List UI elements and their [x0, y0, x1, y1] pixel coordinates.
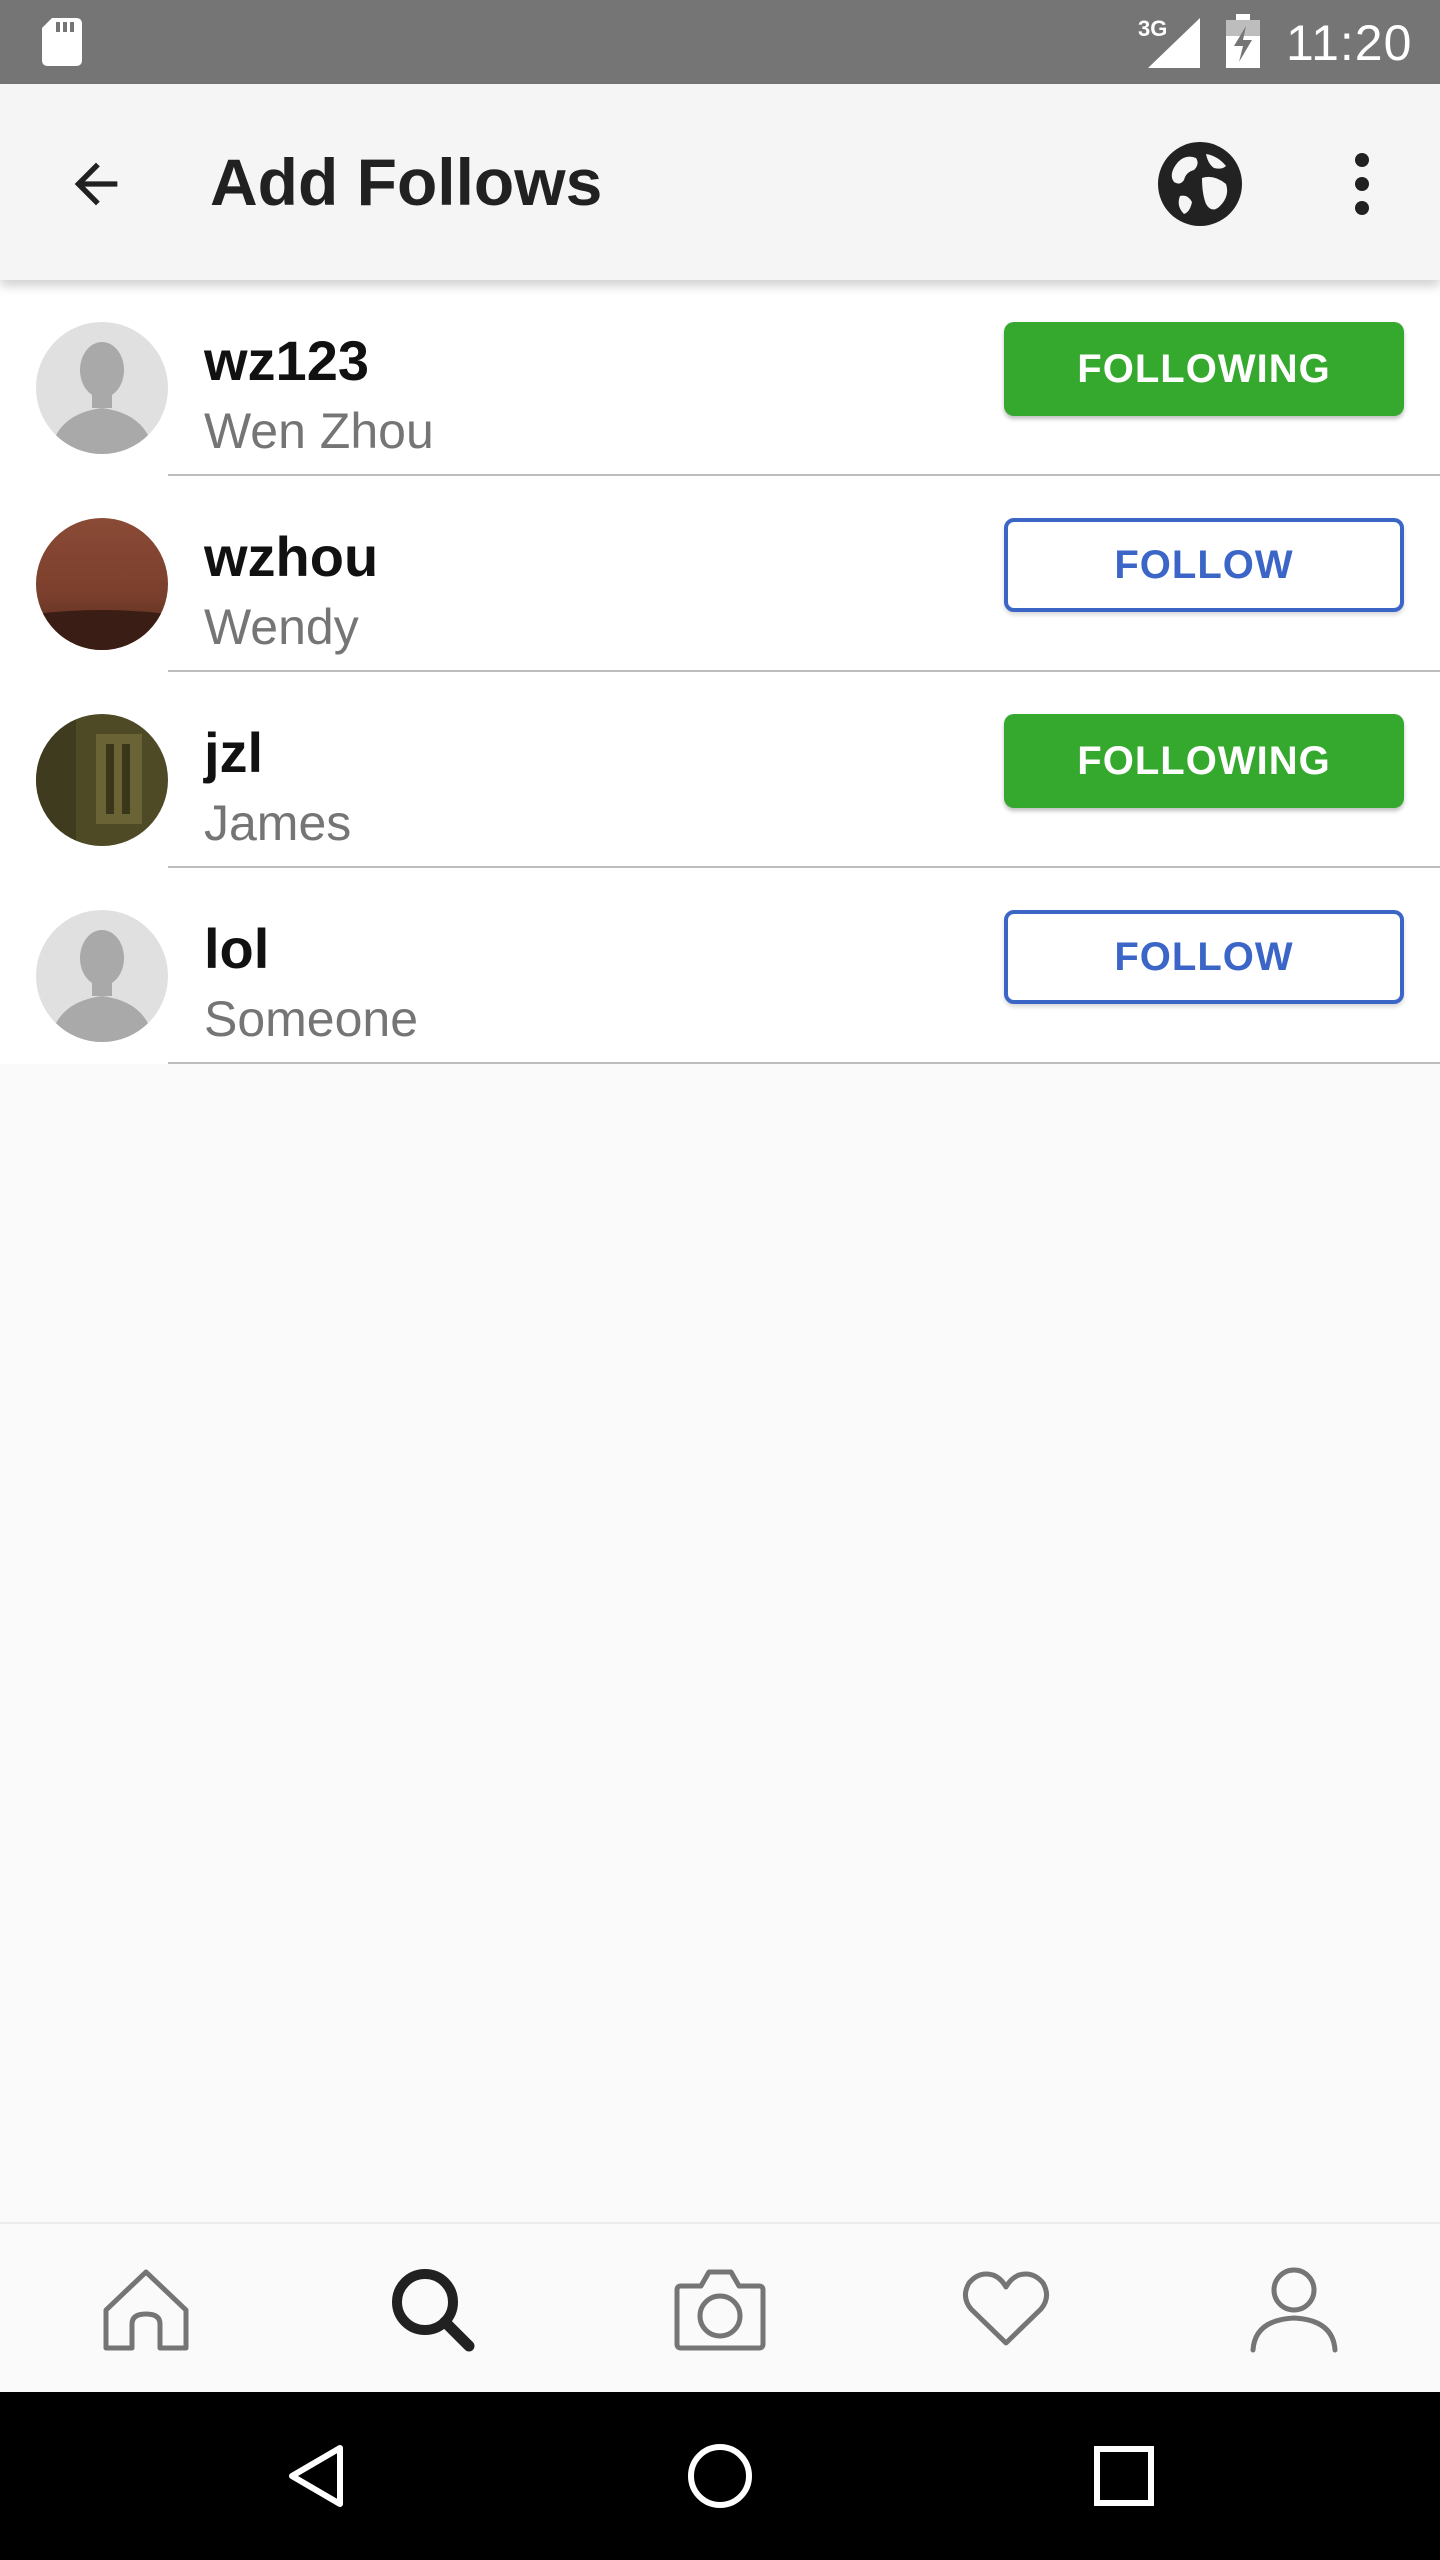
user-list: wz123 Wen Zhou FOLLOWING wzhou Wendy FOL…: [0, 280, 1440, 1064]
default-avatar-icon: [36, 322, 168, 454]
heart-icon: [963, 2271, 1049, 2346]
back-triangle-icon: [289, 2445, 343, 2507]
more-options-button[interactable]: [1320, 134, 1404, 234]
signal-icon: [1148, 18, 1200, 68]
following-button[interactable]: FOLLOWING: [1004, 322, 1404, 416]
app-bar: Add Follows: [0, 84, 1440, 280]
more-vert-icon: [1355, 153, 1369, 215]
bottom-nav: [0, 2222, 1440, 2392]
full-name: James: [204, 795, 352, 851]
avatar[interactable]: [36, 910, 168, 1042]
back-arrow-icon: [74, 162, 118, 206]
status-clock: 11:20: [1286, 15, 1413, 71]
full-name: Wendy: [204, 599, 359, 655]
username: jzl: [204, 721, 264, 784]
avatar[interactable]: [36, 518, 168, 650]
photo-avatar-image: [36, 518, 168, 650]
home-circle-icon: [688, 2444, 752, 2508]
username: wz123: [204, 329, 369, 392]
sd-card-icon: [42, 18, 82, 66]
nav-profile-button[interactable]: [1234, 2254, 1354, 2364]
page-title: Add Follows: [210, 145, 603, 219]
system-recents-button[interactable]: [1074, 2426, 1174, 2526]
follow-button[interactable]: FOLLOW: [1004, 910, 1404, 1004]
search-icon: [392, 2269, 475, 2352]
globe-button[interactable]: [1150, 134, 1250, 234]
globe-icon: [1158, 142, 1242, 226]
username: wzhou: [204, 525, 379, 588]
full-name: Someone: [204, 991, 419, 1047]
nav-camera-button[interactable]: [660, 2254, 780, 2364]
avatar[interactable]: [36, 714, 168, 846]
user-row[interactable]: jzl James FOLLOWING: [0, 672, 1440, 868]
divider: [168, 1062, 1440, 1064]
recents-square-icon: [1094, 2446, 1154, 2506]
nav-home-button[interactable]: [86, 2254, 206, 2364]
user-row[interactable]: wz123 Wen Zhou FOLLOWING: [0, 280, 1440, 476]
system-nav-bar: [0, 2392, 1440, 2560]
follow-button[interactable]: FOLLOW: [1004, 518, 1404, 612]
home-icon: [103, 2269, 189, 2351]
avatar[interactable]: [36, 322, 168, 454]
battery-charging-icon: [1226, 14, 1260, 68]
nav-search-button[interactable]: [372, 2254, 492, 2364]
back-button[interactable]: [48, 136, 144, 232]
nav-activity-button[interactable]: [946, 2254, 1066, 2364]
camera-icon: [674, 2269, 766, 2351]
username: lol: [204, 917, 270, 980]
photo-avatar-image: [36, 714, 168, 846]
user-row[interactable]: wzhou Wendy FOLLOW: [0, 476, 1440, 672]
system-home-button[interactable]: [670, 2426, 770, 2526]
default-avatar-icon: [36, 910, 168, 1042]
profile-icon: [1250, 2267, 1338, 2353]
system-back-button[interactable]: [266, 2426, 366, 2526]
following-button[interactable]: FOLLOWING: [1004, 714, 1404, 808]
full-name: Wen Zhou: [204, 403, 434, 459]
status-bar: 3G 11:20: [0, 0, 1440, 84]
user-row[interactable]: lol Someone FOLLOW: [0, 868, 1440, 1064]
